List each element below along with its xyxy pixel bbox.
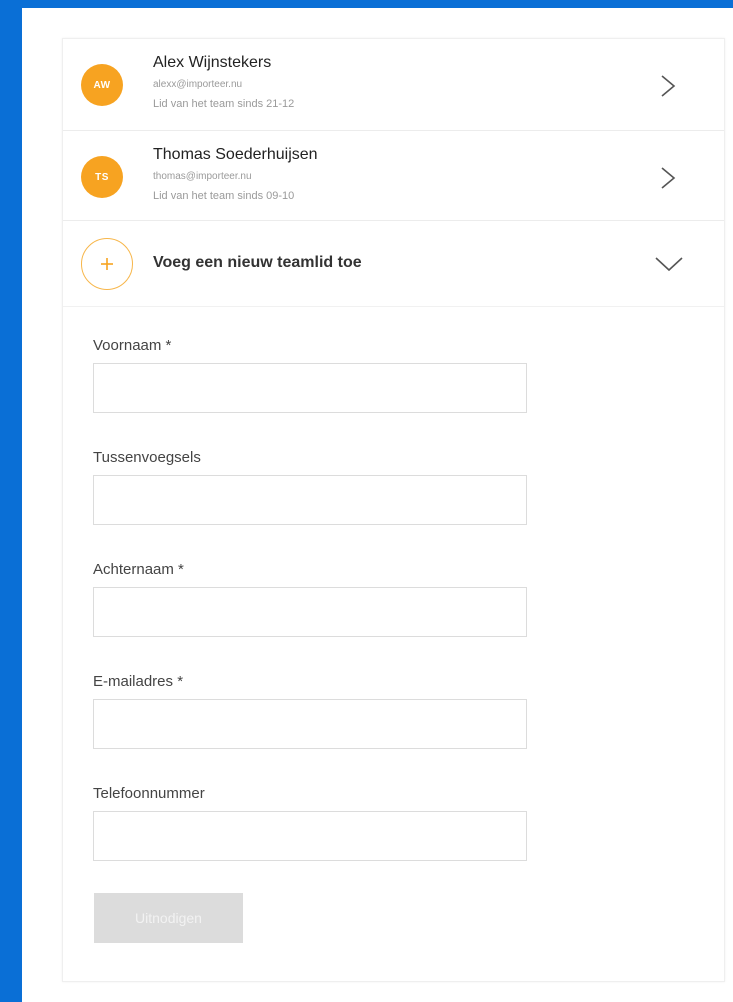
email-label: E-mailadres * [93, 673, 184, 690]
team-card: AW Alex Wijnstekers alexx@importeer.nu L… [62, 38, 725, 982]
member-name: Alex Wijnstekers [153, 54, 272, 71]
infix-field[interactable] [93, 475, 527, 525]
team-member-row[interactable]: AW Alex Wijnstekers alexx@importeer.nu L… [63, 39, 724, 131]
add-team-member-label: Voeg een nieuw teamlid toe [153, 254, 362, 271]
avatar: TS [81, 156, 123, 198]
content-panel: AW Alex Wijnstekers alexx@importeer.nu L… [22, 8, 733, 1002]
email-field[interactable] [93, 699, 527, 749]
phone-field[interactable] [93, 811, 527, 861]
member-since: Lid van het team sinds 09-10 [153, 190, 295, 202]
first-name-field[interactable] [93, 363, 527, 413]
last-name-label: Achternaam * [93, 561, 184, 578]
member-since: Lid van het team sinds 21-12 [153, 98, 295, 110]
chevron-right-icon[interactable] [658, 74, 678, 98]
member-name: Thomas Soederhuijsen [153, 146, 318, 163]
last-name-field[interactable] [93, 587, 527, 637]
add-team-member-toggle[interactable]: Voeg een nieuw teamlid toe [63, 221, 724, 307]
plus-icon [101, 258, 113, 270]
invite-button[interactable]: Uitnodigen [94, 893, 243, 943]
member-info: Thomas Soederhuijsen thomas@importeer.nu… [153, 145, 318, 203]
chevron-right-icon[interactable] [658, 166, 678, 190]
phone-label: Telefoonnummer [93, 785, 205, 802]
add-button[interactable] [81, 238, 133, 290]
member-email: alexx@importeer.nu [153, 79, 243, 90]
avatar: AW [81, 64, 123, 106]
chevron-down-icon[interactable] [654, 254, 684, 274]
team-member-row[interactable]: TS Thomas Soederhuijsen thomas@importeer… [63, 131, 724, 221]
first-name-label: Voornaam * [93, 337, 172, 354]
infix-label: Tussenvoegsels [93, 449, 201, 466]
member-email: thomas@importeer.nu [153, 171, 252, 182]
member-info: Alex Wijnstekers alexx@importeer.nu Lid … [153, 53, 294, 111]
